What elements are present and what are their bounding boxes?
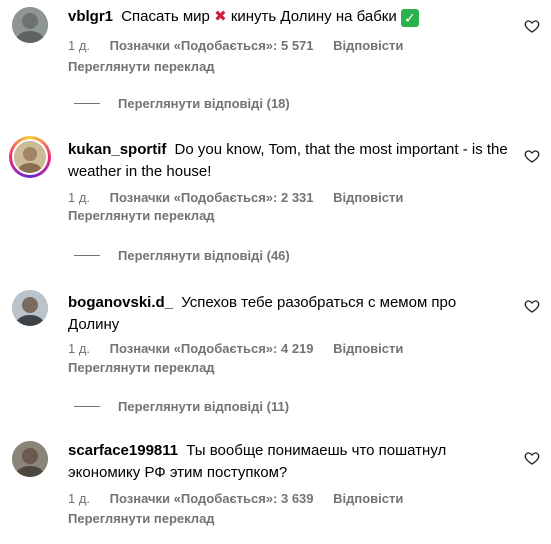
comment-time[interactable]: 1 д. (68, 341, 90, 356)
likes-count[interactable]: Позначки «Подобається»: 5 571 (110, 38, 314, 53)
reply-button[interactable]: Відповісти (333, 190, 403, 205)
comment-username[interactable]: vblgr1 (68, 8, 113, 25)
likes-count[interactable]: Позначки «Подобається»: 4 219 (110, 341, 314, 356)
avatar[interactable] (12, 290, 48, 326)
comment-meta: 1 д. Позначки «Подобається»: 5 571 Відпо… (68, 38, 419, 53)
likes-count[interactable]: Позначки «Подобається»: 3 639 (110, 491, 314, 506)
comment-time[interactable]: 1 д. (68, 491, 90, 506)
comment-text: scarface199811 Ты вообще понимаешь что п… (68, 440, 508, 484)
cross-mark-emoji-icon: ✖ (214, 8, 227, 25)
avatar[interactable] (12, 7, 48, 43)
divider-line (74, 406, 100, 407)
view-replies-button[interactable]: Переглянути відповіді (11) (74, 399, 289, 414)
comment-text: kukan_sportif Do you know, Tom, that the… (68, 139, 508, 183)
comment-username[interactable]: scarface199811 (68, 442, 178, 459)
likes-count[interactable]: Позначки «Подобається»: 2 331 (110, 190, 314, 205)
comment-time[interactable]: 1 д. (68, 190, 90, 205)
view-translation-button[interactable]: Переглянути переклад (68, 59, 215, 74)
reply-button[interactable]: Відповісти (333, 491, 403, 506)
divider-line (74, 255, 100, 256)
avatar[interactable] (12, 441, 48, 477)
view-replies-label: Переглянути відповіді (11) (118, 399, 290, 414)
view-replies-button[interactable]: Переглянути відповіді (46) (74, 248, 290, 263)
reply-button[interactable]: Відповісти (333, 38, 403, 53)
view-translation-button[interactable]: Переглянути переклад (68, 360, 215, 375)
comment-meta: 1 д. Позначки «Подобається»: 2 331 Відпо… (68, 190, 419, 205)
comment-meta: 1 д. Позначки «Подобається»: 4 219 Відпо… (68, 341, 419, 356)
heart-outline-icon[interactable] (524, 450, 540, 466)
comment-time[interactable]: 1 д. (68, 38, 90, 53)
comment-username[interactable]: kukan_sportif (68, 141, 166, 158)
heart-outline-icon[interactable] (524, 18, 540, 34)
heart-outline-icon[interactable] (524, 148, 540, 164)
comment-body: Спасать мир (121, 8, 210, 25)
heart-outline-icon[interactable] (524, 298, 540, 314)
comment-username[interactable]: boganovski.d_ (68, 294, 173, 311)
reply-button[interactable]: Відповісти (333, 341, 403, 356)
comment-text: boganovski.d_ Успехов тебе разобраться с… (68, 292, 508, 336)
avatar[interactable] (9, 136, 51, 178)
view-replies-label: Переглянути відповіді (46) (118, 248, 290, 263)
view-replies-label: Переглянути відповіді (18) (118, 96, 290, 111)
comment-text: vblgr1 Спасать мир ✖ кинуть Долину на ба… (68, 6, 508, 28)
comment-meta: 1 д. Позначки «Подобається»: 3 639 Відпо… (68, 491, 419, 506)
view-translation-button[interactable]: Переглянути переклад (68, 511, 215, 526)
divider-line (74, 103, 100, 104)
view-replies-button[interactable]: Переглянути відповіді (18) (74, 96, 290, 111)
check-mark-emoji-icon: ✓ (400, 9, 419, 27)
view-translation-button[interactable]: Переглянути переклад (68, 208, 215, 223)
comment-body-cont: кинуть Долину на бабки (230, 8, 397, 25)
